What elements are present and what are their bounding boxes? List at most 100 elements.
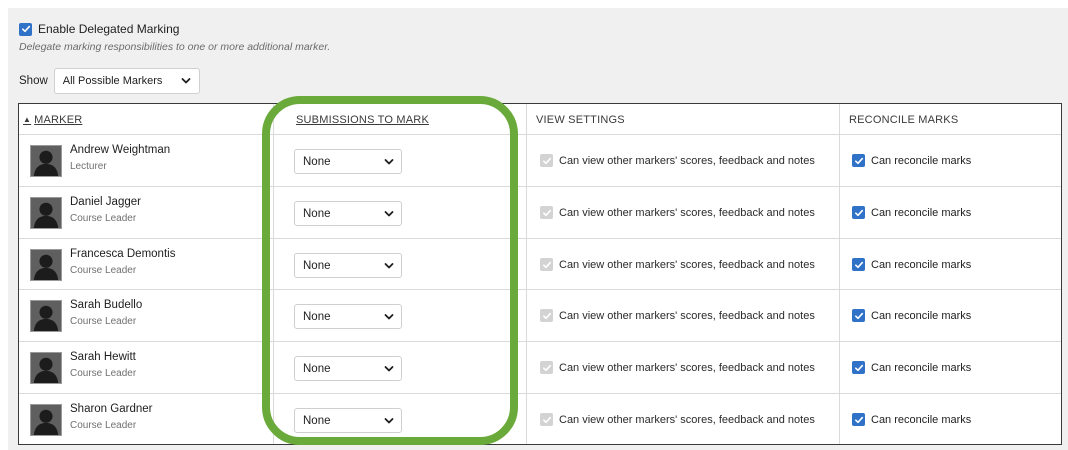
- check-icon: [542, 416, 551, 423]
- show-filter-select[interactable]: All Possible Markers: [53, 68, 200, 94]
- user-silhouette-icon: [31, 250, 61, 280]
- check-icon: [542, 312, 551, 319]
- avatar: [30, 197, 62, 229]
- reconcile-option[interactable]: Can reconcile marks: [852, 154, 971, 167]
- view-settings-option: Can view other markers' scores, feedback…: [540, 309, 815, 322]
- user-silhouette-icon: [31, 405, 61, 435]
- marker-name: Francesca Demontis: [70, 248, 176, 260]
- chevron-down-icon: [384, 365, 394, 371]
- submissions-select[interactable]: None: [294, 149, 402, 174]
- submissions-select[interactable]: None: [294, 408, 402, 433]
- reconcile-checkbox[interactable]: [852, 258, 865, 271]
- chevron-down-icon: [181, 78, 191, 84]
- chevron-down-icon: [384, 158, 394, 164]
- check-icon: [854, 312, 863, 319]
- view-settings-label: Can view other markers' scores, feedback…: [559, 206, 815, 219]
- markers-table: ▲ MARKER SUBMISSIONS TO MARK VIEW SETTING…: [18, 103, 1062, 445]
- table-row: Francesca Demontis Course Leader None Ca…: [19, 239, 1061, 291]
- check-icon: [854, 416, 863, 423]
- view-settings-option: Can view other markers' scores, feedback…: [540, 413, 815, 426]
- user-silhouette-icon: [31, 198, 61, 228]
- marker-role: Course Leader: [70, 316, 137, 327]
- reconcile-label: Can reconcile marks: [871, 258, 972, 271]
- table-row: Andrew Weightman Lecturer None Can view …: [19, 135, 1061, 187]
- marker-role: Course Leader: [70, 265, 137, 276]
- enable-delegated-marking-checkbox[interactable]: [19, 22, 32, 36]
- check-icon: [854, 209, 863, 216]
- chevron-down-icon: [384, 417, 394, 423]
- user-silhouette-icon: [31, 146, 61, 176]
- show-filter: Show All Possible Markers: [19, 68, 200, 94]
- show-filter-label: Show: [19, 75, 48, 87]
- view-settings-option: Can view other markers' scores, feedback…: [540, 361, 815, 374]
- view-settings-option: Can view other markers' scores, feedback…: [540, 206, 815, 219]
- table-row: Sarah Hewitt Course Leader None Can view…: [19, 342, 1061, 394]
- avatar: [30, 404, 62, 436]
- view-settings-column-header: VIEW SETTINGS: [536, 114, 625, 126]
- marker-role: Course Leader: [70, 368, 137, 379]
- submissions-select-value: None: [303, 362, 331, 375]
- reconcile-checkbox[interactable]: [852, 154, 865, 167]
- marker-column-header-label: MARKER: [34, 114, 83, 126]
- avatar: [30, 352, 62, 384]
- marker-name: Daniel Jagger: [70, 196, 141, 208]
- chevron-down-icon: [384, 262, 394, 268]
- reconcile-checkbox[interactable]: [852, 361, 865, 374]
- user-silhouette-icon: [31, 301, 61, 331]
- reconcile-column-header: RECONCILE MARKS: [849, 114, 959, 126]
- view-settings-checkbox: [540, 361, 553, 374]
- submissions-select-value: None: [303, 414, 331, 427]
- reconcile-option[interactable]: Can reconcile marks: [852, 258, 971, 271]
- show-filter-value: All Possible Markers: [62, 75, 163, 87]
- avatar: [30, 249, 62, 281]
- submissions-select-value: None: [303, 259, 331, 272]
- submissions-select-value: None: [303, 155, 331, 168]
- reconcile-label: Can reconcile marks: [871, 413, 972, 426]
- view-settings-checkbox: [540, 413, 553, 426]
- view-settings-checkbox: [540, 206, 553, 219]
- reconcile-checkbox[interactable]: [852, 206, 865, 219]
- reconcile-checkbox[interactable]: [852, 413, 865, 426]
- view-settings-checkbox: [540, 154, 553, 167]
- marker-name: Sarah Hewitt: [70, 351, 136, 363]
- check-icon: [542, 209, 551, 216]
- table-row: Daniel Jagger Course Leader None Can vie…: [19, 187, 1061, 239]
- check-icon: [542, 261, 551, 268]
- view-settings-label: Can view other markers' scores, feedback…: [559, 309, 815, 322]
- marker-role: Course Leader: [70, 213, 137, 224]
- reconcile-label: Can reconcile marks: [871, 154, 972, 167]
- check-icon: [854, 157, 863, 164]
- reconcile-option[interactable]: Can reconcile marks: [852, 413, 971, 426]
- enable-delegated-marking-row[interactable]: Enable Delegated Marking: [19, 22, 179, 36]
- reconcile-option[interactable]: Can reconcile marks: [852, 309, 971, 322]
- submissions-select[interactable]: None: [294, 253, 402, 278]
- reconcile-label: Can reconcile marks: [871, 361, 972, 374]
- submissions-select-value: None: [303, 207, 331, 220]
- marker-role: Course Leader: [70, 420, 137, 431]
- view-settings-label: Can view other markers' scores, feedback…: [559, 154, 815, 167]
- check-icon: [854, 261, 863, 268]
- reconcile-option[interactable]: Can reconcile marks: [852, 361, 971, 374]
- table-row: Sharon Gardner Course Leader None Can vi…: [19, 394, 1061, 446]
- user-silhouette-icon: [31, 353, 61, 383]
- marker-name: Sharon Gardner: [70, 403, 153, 415]
- check-icon: [542, 364, 551, 371]
- marker-column-header[interactable]: ▲ MARKER: [23, 114, 82, 126]
- chevron-down-icon: [384, 313, 394, 319]
- reconcile-option[interactable]: Can reconcile marks: [852, 206, 971, 219]
- marker-name: Sarah Budello: [70, 299, 143, 311]
- marker-name: Andrew Weightman: [70, 144, 171, 156]
- sort-ascending-icon: ▲: [23, 115, 32, 124]
- submissions-column-header[interactable]: SUBMISSIONS TO MARK: [296, 114, 429, 126]
- check-icon: [542, 157, 551, 164]
- chevron-down-icon: [384, 210, 394, 216]
- submissions-select[interactable]: None: [294, 201, 402, 226]
- submissions-select[interactable]: None: [294, 356, 402, 381]
- view-settings-label: Can view other markers' scores, feedback…: [559, 413, 815, 426]
- reconcile-checkbox[interactable]: [852, 309, 865, 322]
- view-settings-label: Can view other markers' scores, feedback…: [559, 361, 815, 374]
- view-settings-option: Can view other markers' scores, feedback…: [540, 154, 815, 167]
- submissions-select[interactable]: None: [294, 304, 402, 329]
- avatar: [30, 145, 62, 177]
- view-settings-checkbox: [540, 309, 553, 322]
